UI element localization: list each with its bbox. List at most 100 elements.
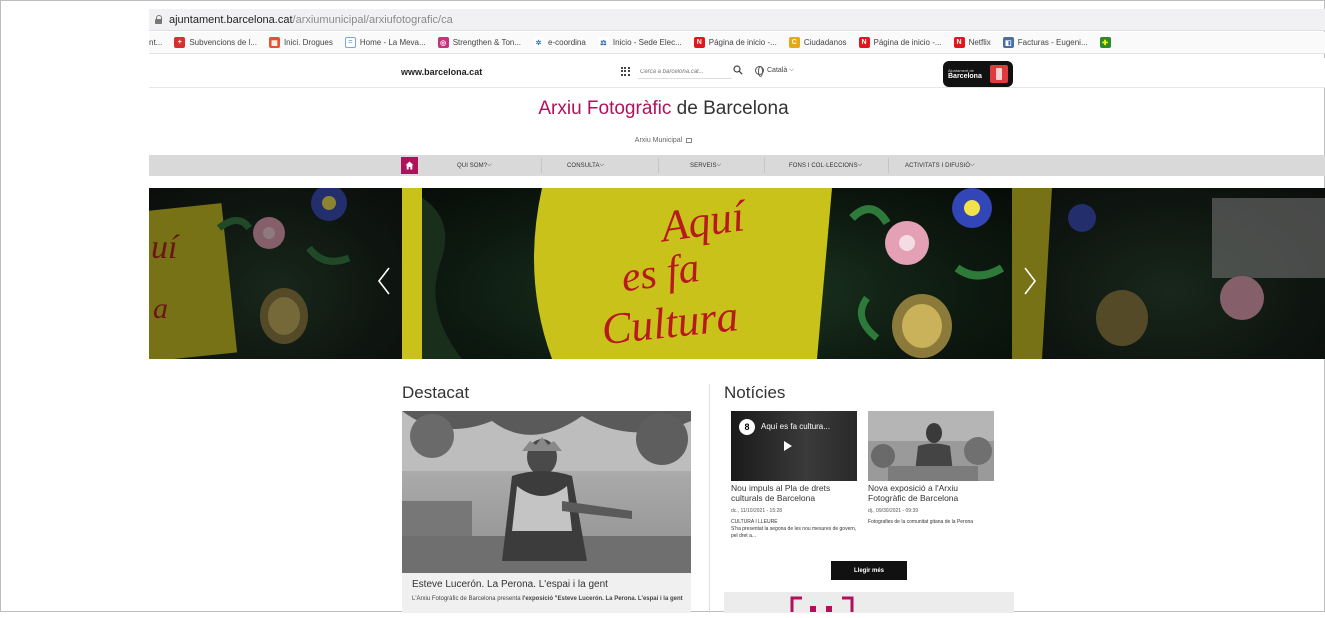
- bookmark-item[interactable]: N Página de inicio -...: [858, 37, 942, 48]
- video-title: Aquí es fa cultura...: [761, 422, 830, 431]
- home-icon: [405, 161, 414, 170]
- language-label: Català: [767, 67, 788, 74]
- news-title[interactable]: Nou impuls al Pla de drets culturals de …: [731, 483, 857, 503]
- embroidery-image: uí a: [149, 188, 351, 359]
- bookmark-item[interactable]: ◎ Strengthen & Ton...: [437, 37, 521, 48]
- carousel-prev-arrow-icon[interactable]: [377, 266, 391, 296]
- globe-icon: [755, 66, 764, 77]
- news-date: dj., 09/30/2021 - 09:39: [868, 508, 919, 514]
- nav-fons-colleccions[interactable]: FONS I COL·LECCIONS ⌵: [789, 155, 862, 176]
- news-summary: Fotografies de la comunitat gitana de la…: [868, 519, 974, 525]
- bookmark-item[interactable]: ◧ Facturas - Eugeni...: [1002, 37, 1088, 48]
- bookmark-favicon-icon: N: [858, 37, 870, 48]
- featured-text: L'Arxiu Fotogràfic de Barcelona presenta…: [412, 596, 683, 602]
- carousel-next-arrow-icon[interactable]: [1023, 266, 1037, 296]
- search-input[interactable]: [638, 66, 732, 79]
- apps-grid-icon[interactable]: [621, 67, 630, 76]
- bookmark-item[interactable]: C Ciudadanos: [788, 37, 847, 48]
- chevron-down-icon: ⌵: [857, 162, 863, 168]
- chevron-down-icon: ⌵: [789, 67, 794, 73]
- news-card[interactable]: 8 Aquí es fa cultura... Nou impuls al Pl…: [731, 411, 857, 540]
- nav-divider: [658, 158, 659, 173]
- bookmark-item[interactable]: ⚖ Inicio - Sede Elec...: [597, 37, 682, 48]
- play-icon: [784, 441, 792, 451]
- bookmark-favicon-icon: ✚: [1099, 37, 1111, 48]
- nav-consulta[interactable]: CONSULTA ⌵: [567, 155, 604, 176]
- bookmark-favicon-icon: N: [953, 37, 965, 48]
- home-button[interactable]: [401, 157, 418, 174]
- bottom-banner[interactable]: [724, 592, 1014, 613]
- bookmark-item[interactable]: N Página de inicio -...: [693, 37, 777, 48]
- svg-text:a: a: [153, 292, 168, 325]
- nav-divider: [888, 158, 889, 173]
- chevron-down-icon: ⌵: [599, 162, 605, 168]
- bookmarks-bar: nt... + Subvencions de l... ▦ Inici. Drogu…: [149, 32, 1325, 54]
- bookmark-favicon-icon: =: [344, 37, 356, 48]
- news-title[interactable]: Nova exposició a l'Arxiu Fotogràfic de B…: [868, 483, 994, 503]
- nav-qui-som[interactable]: QUI SOM? ⌵: [457, 155, 492, 176]
- ajuntament-logo[interactable]: Ajuntament de Barcelona: [943, 61, 1013, 87]
- bookmark-item[interactable]: nt...: [149, 38, 162, 47]
- barcelona-cat-link[interactable]: www.barcelona.cat: [401, 67, 482, 77]
- news-category: CULTURA I LLEURE: [731, 519, 778, 525]
- address-bar[interactable]: ajuntament.barcelona.cat/arxiumunicipal/…: [149, 9, 1325, 31]
- site-top-bar: www.barcelona.cat Català ⌵ Ajuntament de…: [149, 58, 1325, 88]
- featured-heading: Destacat: [402, 383, 470, 402]
- city-shield-icon: [990, 65, 1008, 83]
- featured-caption[interactable]: Esteve Lucerón. La Perona. L'espai i la …: [412, 579, 608, 590]
- url-path: /arxiumunicipal/arxiufotografic/ca: [292, 13, 453, 26]
- read-more-button[interactable]: Llegir més: [831, 561, 907, 580]
- svg-text:uí: uí: [151, 229, 180, 266]
- subtitle-link[interactable]: Arxiu Municipal: [1, 137, 1325, 144]
- carousel-prev-slide: uí a: [149, 188, 402, 359]
- chevron-down-icon: ⌵: [487, 162, 492, 168]
- banner-logo-icon: [790, 596, 854, 612]
- news-card[interactable]: Nova exposició a l'Arxiu Fotogràfic de B…: [868, 411, 994, 526]
- browser-frame: ajuntament.barcelona.cat/arxiumunicipal/…: [0, 0, 1325, 613]
- search-icon[interactable]: [733, 65, 743, 75]
- language-selector[interactable]: Català ⌵: [755, 66, 794, 77]
- title-rest: de Barcelona: [671, 98, 789, 119]
- bookmark-favicon-icon: N: [693, 37, 705, 48]
- channel-avatar: 8: [739, 419, 755, 435]
- news-heading: Notícies: [724, 383, 786, 402]
- news-video-thumbnail[interactable]: 8 Aquí es fa cultura...: [731, 411, 857, 481]
- carousel-active-slide: Aquí es fa Cultura: [402, 188, 1012, 359]
- embroidery-image: [1012, 188, 1325, 359]
- bookmark-item[interactable]: = Home - La Meva...: [344, 37, 426, 48]
- bookmark-favicon-icon: +: [174, 37, 186, 48]
- chevron-down-icon: ⌵: [716, 162, 722, 168]
- main-nav: QUI SOM? ⌵ CONSULTA ⌵ SERVEIS ⌵ FONS I C…: [149, 155, 1325, 176]
- page-title[interactable]: Arxiu Fotogràfic de Barcelona: [1, 98, 1325, 120]
- logo-main-text: Barcelona: [948, 73, 982, 80]
- bookmark-favicon-icon: ◧: [1002, 37, 1014, 48]
- carousel-next-slide: [1012, 188, 1325, 359]
- external-link-icon: [686, 137, 693, 143]
- bookmark-favicon-icon: ⚖: [597, 37, 609, 48]
- featured-card[interactable]: Esteve Lucerón. La Perona. L'espai i la …: [402, 411, 691, 613]
- bookmark-favicon-icon: ✲: [533, 37, 545, 48]
- bookmark-item[interactable]: ✲ e-coordina: [533, 37, 586, 48]
- bookmark-item[interactable]: ✚: [1099, 37, 1115, 48]
- bookmark-item[interactable]: + Subvencions de l...: [174, 37, 257, 48]
- bookmark-favicon-icon: ◎: [437, 37, 449, 48]
- chevron-down-icon: ⌵: [970, 162, 975, 168]
- title-accent: Arxiu Fotogràfic: [538, 98, 672, 119]
- news-summary: S'ha presentat la segona de les nou mesu…: [731, 526, 857, 539]
- bookmark-favicon-icon: ▦: [268, 37, 280, 48]
- nav-activitats-difusio[interactable]: ACTIVITATS I DIFUSIÓ ⌵: [905, 155, 975, 176]
- column-divider: [709, 384, 710, 613]
- aqui-es-fa-cultura-image: Aquí es fa Cultura: [402, 188, 1005, 359]
- nav-divider: [541, 158, 542, 173]
- news-photo[interactable]: [868, 411, 994, 481]
- lock-icon: [155, 15, 163, 24]
- bookmark-item[interactable]: N Netflix: [953, 37, 991, 48]
- hero-carousel[interactable]: uí a Aquí es fa Cultura: [149, 188, 1325, 359]
- bookmark-item[interactable]: ▦ Inici. Drogues: [268, 37, 333, 48]
- url-host: ajuntament.barcelona.cat: [169, 13, 293, 26]
- news-date: dc., 11/10/2021 - 15:28: [731, 508, 783, 514]
- featured-photo: [402, 411, 691, 573]
- bookmark-favicon-icon: C: [788, 37, 800, 48]
- nav-serveis[interactable]: SERVEIS ⌵: [690, 155, 721, 176]
- nav-divider: [764, 158, 765, 173]
